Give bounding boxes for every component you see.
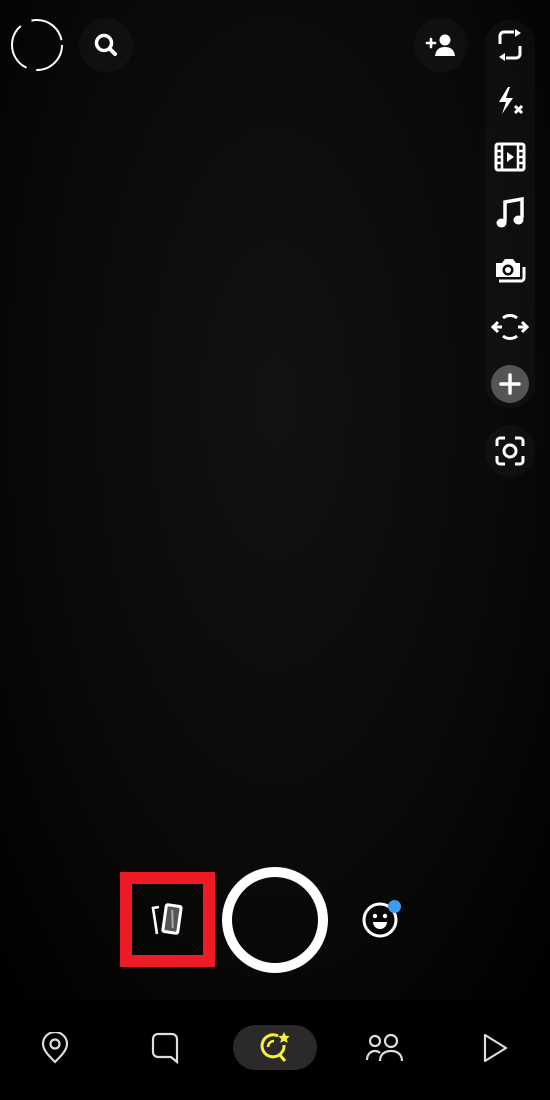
flip-camera-button[interactable] — [490, 27, 530, 63]
map-icon — [41, 1031, 69, 1064]
multi-snap-icon — [496, 259, 526, 283]
dual-camera-icon — [490, 313, 530, 341]
nav-friends[interactable] — [358, 1025, 412, 1070]
nav-spotlight[interactable] — [470, 1025, 520, 1070]
nav-camera[interactable] — [233, 1025, 317, 1070]
plus-icon — [499, 373, 521, 395]
chat-icon — [151, 1032, 179, 1064]
scan-button[interactable] — [490, 433, 530, 469]
video-icon — [494, 142, 526, 172]
notification-dot — [388, 900, 401, 913]
flash-button[interactable] — [490, 83, 530, 119]
friends-icon — [366, 1033, 404, 1061]
add-friend-button[interactable] — [414, 18, 468, 72]
add-friend-icon — [425, 34, 455, 56]
video-mode-button[interactable] — [490, 139, 530, 175]
spotlight-icon — [483, 1033, 508, 1062]
flip-camera-icon — [498, 29, 522, 61]
dual-camera-button[interactable] — [490, 309, 530, 345]
music-button[interactable] — [490, 195, 530, 231]
shutter-button[interactable] — [221, 866, 329, 974]
avatar-ring-icon — [11, 19, 63, 71]
flash-off-icon — [499, 87, 524, 115]
shutter-ring-icon — [222, 867, 328, 973]
profile-avatar[interactable] — [10, 18, 64, 72]
search-button[interactable] — [79, 18, 133, 72]
nav-map[interactable] — [30, 1025, 80, 1070]
camera-viewfinder[interactable] — [0, 0, 550, 1000]
lenses-button[interactable] — [358, 898, 404, 942]
music-icon — [496, 197, 524, 228]
camera-lens-icon — [260, 1031, 290, 1062]
multi-snap-button[interactable] — [490, 252, 530, 288]
memories-icon — [151, 903, 183, 935]
memories-button[interactable] — [143, 897, 193, 943]
search-icon — [94, 33, 117, 56]
scan-icon — [495, 436, 525, 466]
nav-chat[interactable] — [140, 1025, 190, 1070]
more-tools-button[interactable] — [491, 365, 529, 403]
